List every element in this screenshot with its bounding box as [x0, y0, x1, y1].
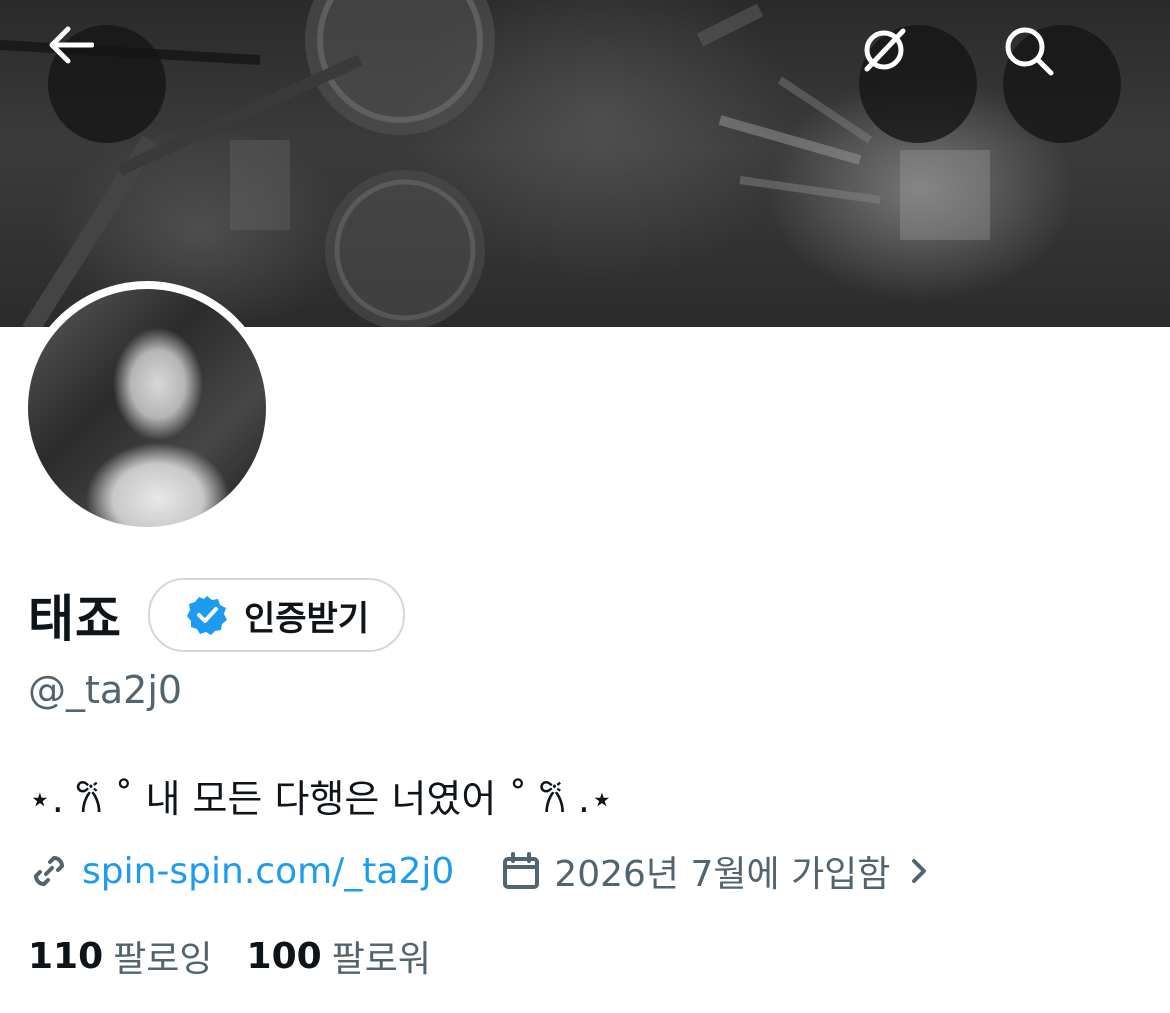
banner-photo	[0, 0, 990, 327]
following-label: 팔로잉	[113, 939, 213, 980]
search-icon	[1005, 27, 1054, 76]
grok-button[interactable]	[859, 25, 977, 143]
profile-meta: spin-spin.com/_ta2j0 2026년 7월에 가입함	[28, 846, 934, 896]
following-link[interactable]: 110 팔로잉	[28, 930, 213, 982]
join-date-text: 2026년 7월에 가입함	[554, 854, 891, 895]
get-verified-label: 인증받기	[244, 598, 370, 639]
avatar-border	[20, 281, 274, 535]
followers-label: 팔로워	[331, 939, 432, 980]
link-icon	[33, 855, 65, 887]
profile-bio: ⋆. 𐙚 ˚ 내 모든 다행은 너였어 ˚ 𐙚 .⋆	[28, 777, 614, 821]
followers-count: 100	[246, 935, 322, 977]
following-count: 110	[28, 935, 104, 977]
back-button[interactable]	[48, 25, 166, 143]
follow-stats: 110 팔로잉 100 팔로워	[28, 930, 431, 982]
arrow-left-icon	[49, 26, 94, 64]
search-button[interactable]	[1003, 25, 1121, 143]
calendar-icon	[503, 852, 540, 889]
user-handle: @_ta2j0	[28, 668, 183, 712]
verified-badge-icon	[187, 596, 227, 635]
avatar[interactable]	[28, 289, 266, 527]
name-row: 태죠 인증받기	[28, 578, 406, 652]
website-link[interactable]: spin-spin.com/_ta2j0	[82, 851, 454, 892]
grok-icon	[864, 28, 906, 72]
followers-link[interactable]: 100 팔로워	[247, 930, 432, 982]
display-name: 태죠	[28, 590, 122, 648]
get-verified-button[interactable]: 인증받기	[148, 578, 406, 652]
join-date[interactable]: 2026년 7월에 가입함	[500, 845, 934, 897]
chevron-right-icon	[912, 859, 927, 883]
profile-banner[interactable]	[0, 0, 1170, 327]
